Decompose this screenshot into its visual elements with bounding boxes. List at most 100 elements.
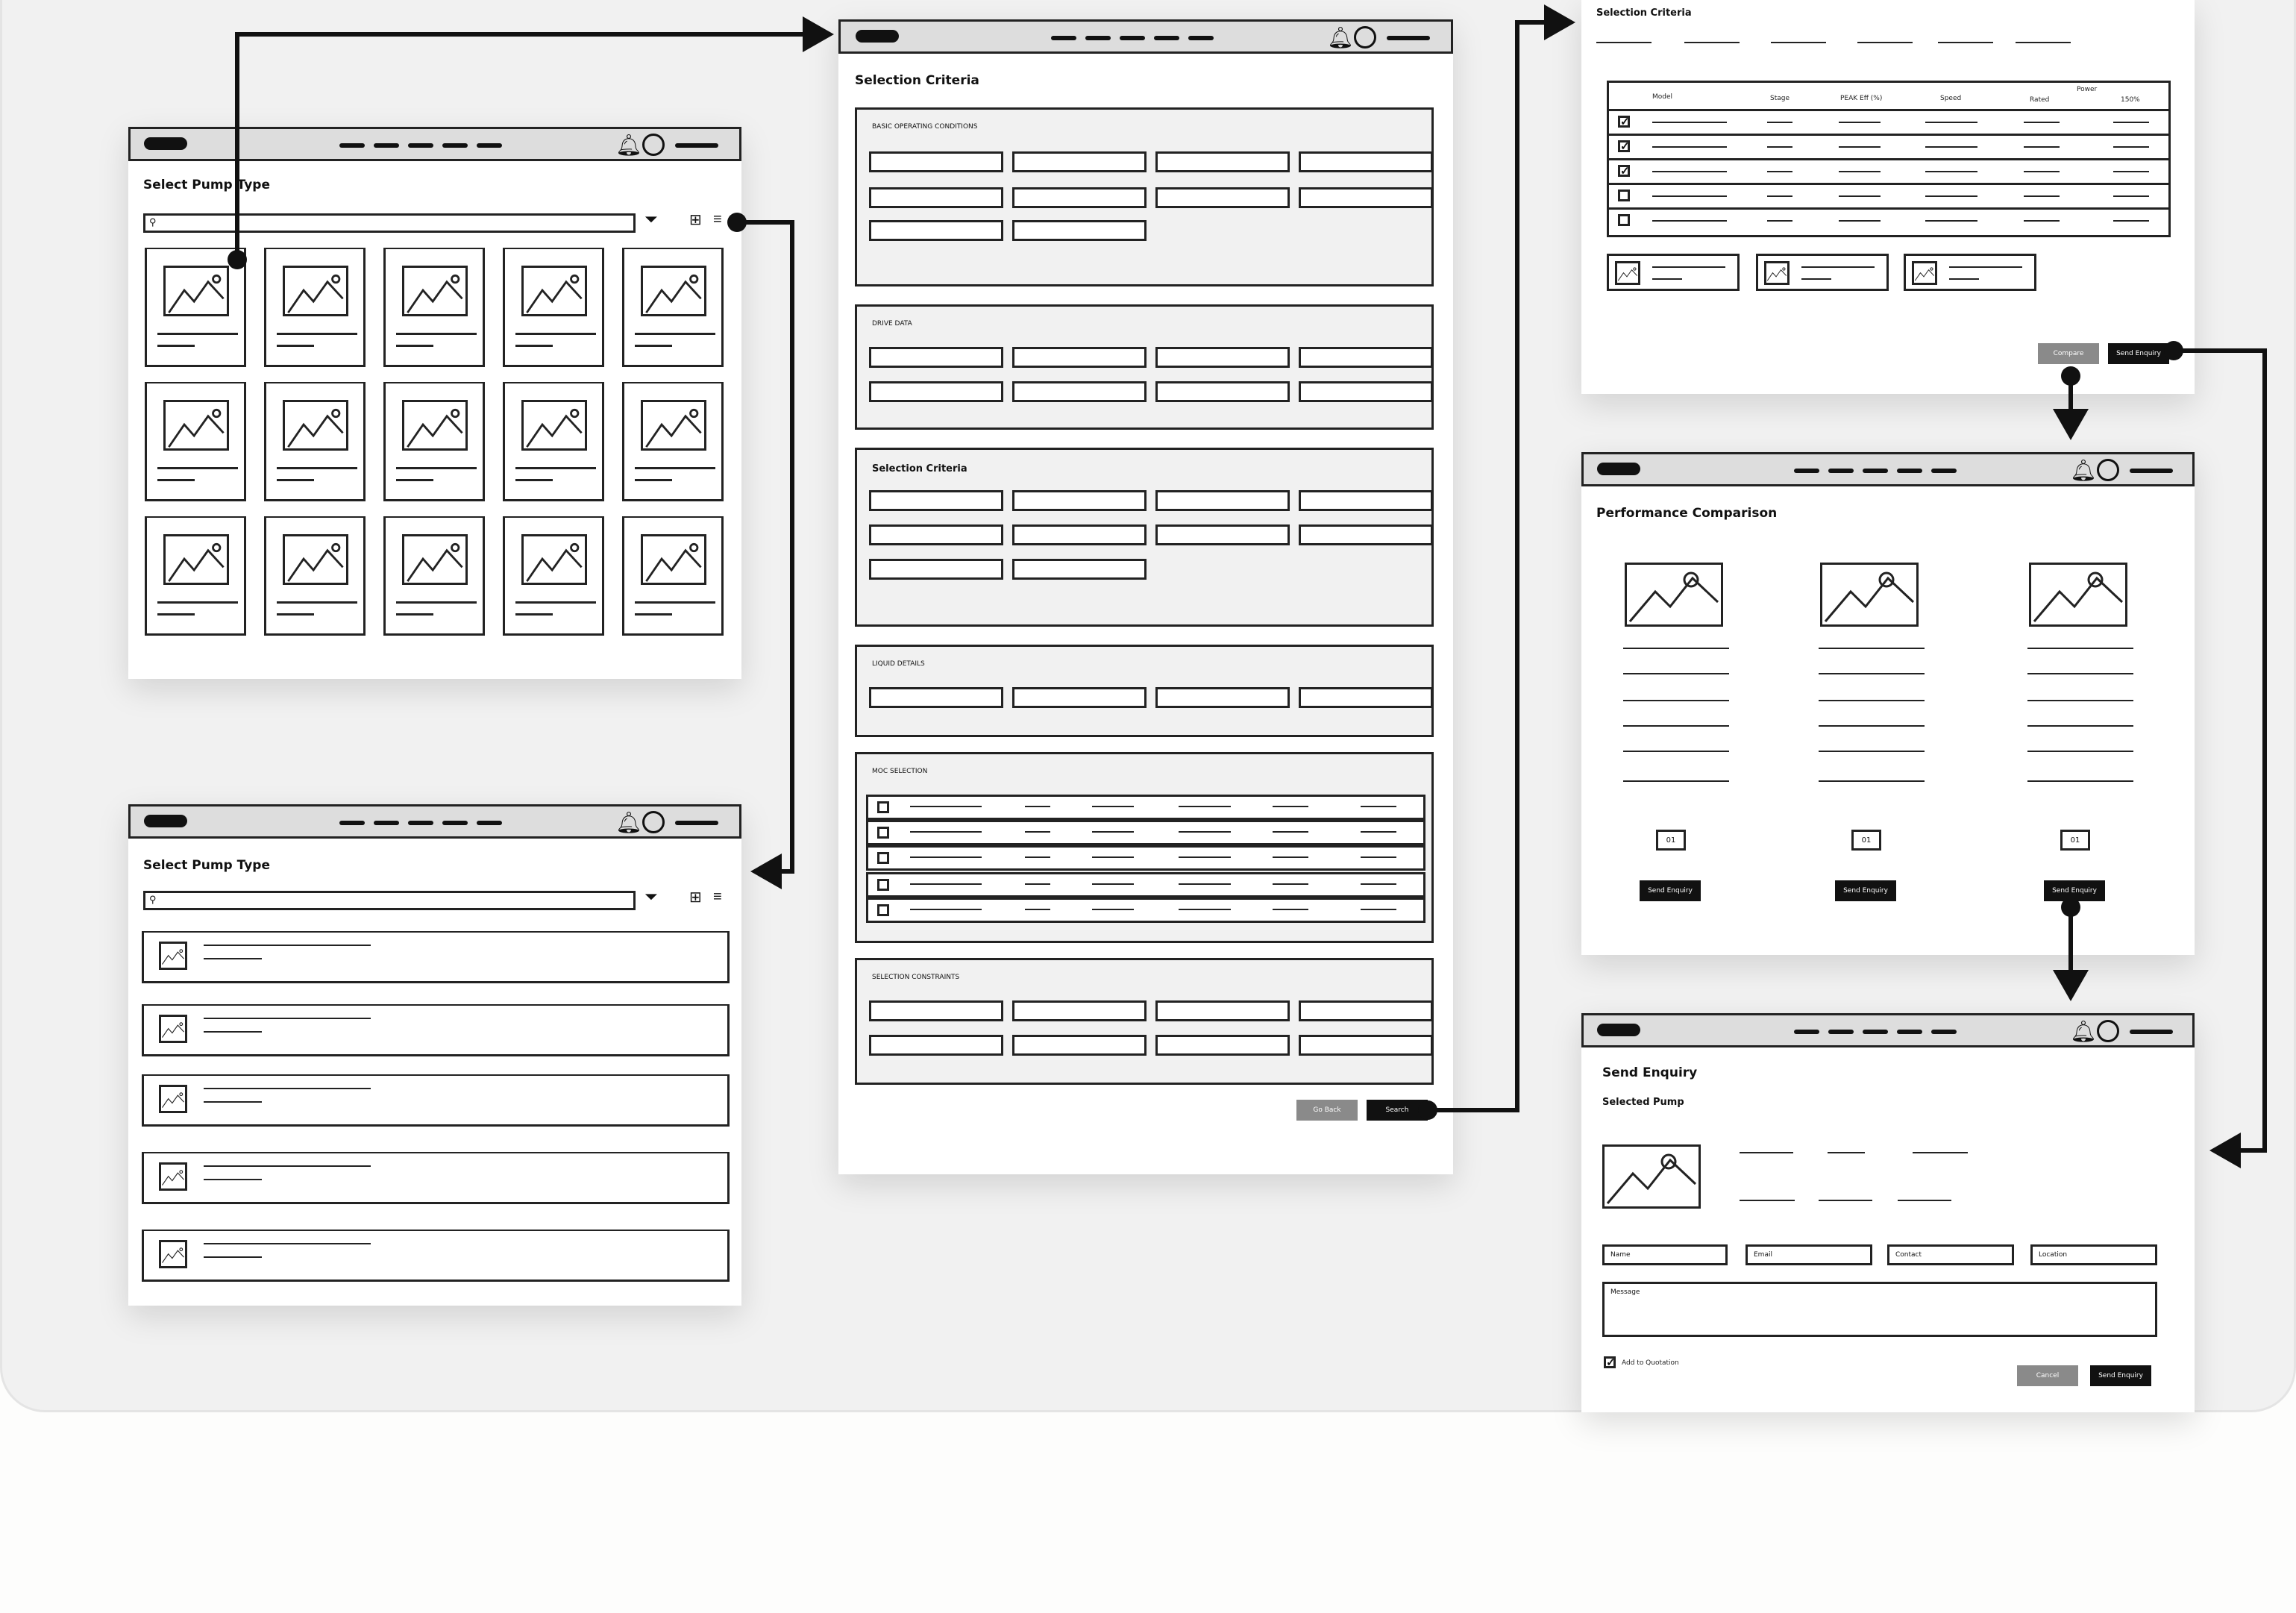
input-field[interactable] <box>869 524 1003 545</box>
email-field[interactable]: Email <box>1745 1244 1872 1265</box>
input-field[interactable] <box>1012 187 1147 208</box>
search-input[interactable] <box>143 213 636 233</box>
input-field[interactable] <box>869 347 1003 368</box>
nav-link[interactable] <box>339 821 365 825</box>
checkbox-icon[interactable] <box>877 852 889 864</box>
product-card[interactable] <box>383 382 485 501</box>
checkbox-icon[interactable]: ✓ <box>1618 140 1630 152</box>
product-card[interactable] <box>503 516 604 636</box>
bell-icon[interactable]: 🔔︎ <box>2070 460 2097 481</box>
nav-link[interactable] <box>477 821 502 825</box>
location-field[interactable]: Location <box>2030 1244 2157 1265</box>
input-field[interactable] <box>1155 151 1290 172</box>
selected-pump-chip[interactable] <box>1607 254 1740 291</box>
bell-icon[interactable]: 🔔︎ <box>615 812 642 833</box>
input-field[interactable] <box>1155 381 1290 402</box>
name-field[interactable]: Name <box>1602 1244 1728 1265</box>
nav-link[interactable] <box>442 821 468 825</box>
checkbox-icon[interactable]: ✓ <box>1618 116 1630 128</box>
input-field[interactable] <box>1012 381 1147 402</box>
user-icon[interactable] <box>2097 459 2119 481</box>
user-icon[interactable] <box>2097 1020 2119 1042</box>
list-view-icon[interactable]: ≡ <box>713 212 722 227</box>
input-field[interactable] <box>1155 524 1290 545</box>
quantity-stepper[interactable]: 01 <box>1656 830 1686 851</box>
list-view-icon[interactable]: ≡ <box>713 889 722 904</box>
checkbox-icon[interactable] <box>877 827 889 839</box>
input-field[interactable] <box>1299 381 1433 402</box>
input-field[interactable] <box>1155 347 1290 368</box>
product-card[interactable] <box>264 516 366 636</box>
input-field[interactable] <box>1299 687 1433 708</box>
nav-link[interactable] <box>1863 1030 1888 1034</box>
nav-link[interactable] <box>374 821 399 825</box>
input-field[interactable] <box>1012 490 1147 511</box>
nav-link[interactable] <box>1897 1030 1922 1034</box>
send-enquiry-button[interactable]: Send Enquiry <box>2108 343 2169 364</box>
product-card[interactable] <box>622 248 724 367</box>
input-field[interactable] <box>869 1035 1003 1056</box>
nav-link[interactable] <box>442 143 468 148</box>
list-item[interactable] <box>142 1152 730 1204</box>
input-field[interactable] <box>1299 524 1433 545</box>
input-field[interactable] <box>869 187 1003 208</box>
quantity-stepper[interactable]: 01 <box>1851 830 1881 851</box>
input-field[interactable] <box>869 687 1003 708</box>
product-card[interactable] <box>264 382 366 501</box>
selected-pump-chip[interactable] <box>1756 254 1889 291</box>
product-card[interactable] <box>145 248 246 367</box>
product-card[interactable] <box>503 248 604 367</box>
product-card[interactable] <box>383 248 485 367</box>
checkbox-icon[interactable] <box>877 801 889 813</box>
nav-link[interactable] <box>1828 469 1854 473</box>
input-field[interactable] <box>1012 151 1147 172</box>
bell-icon[interactable]: 🔔︎ <box>615 135 642 156</box>
input-field[interactable] <box>1299 1035 1433 1056</box>
input-field[interactable] <box>1155 1000 1290 1021</box>
nav-link[interactable] <box>477 143 502 148</box>
filter-icon[interactable]: ⏷ <box>644 889 658 905</box>
input-field[interactable] <box>1299 1000 1433 1021</box>
search-input[interactable] <box>143 891 636 910</box>
input-field[interactable] <box>869 151 1003 172</box>
send-enquiry-button[interactable]: Send Enquiry <box>1640 880 1701 901</box>
checkbox-icon[interactable] <box>877 904 889 916</box>
send-enquiry-button[interactable]: Send Enquiry <box>1835 880 1896 901</box>
send-enquiry-button[interactable]: Send Enquiry <box>2044 880 2105 901</box>
user-icon[interactable] <box>642 134 665 156</box>
nav-link[interactable] <box>408 821 433 825</box>
send-enquiry-button[interactable]: Send Enquiry <box>2090 1365 2151 1386</box>
checkbox-icon[interactable]: ✓ <box>1604 1356 1616 1368</box>
input-field[interactable] <box>869 490 1003 511</box>
nav-link[interactable] <box>1154 36 1179 40</box>
input-field[interactable] <box>869 1000 1003 1021</box>
input-field[interactable] <box>1012 1035 1147 1056</box>
nav-link[interactable] <box>1863 469 1888 473</box>
bell-icon[interactable]: 🔔︎ <box>1327 28 1354 48</box>
input-field[interactable] <box>869 559 1003 580</box>
grid-view-icon[interactable]: ⊞ <box>689 890 702 905</box>
user-icon[interactable] <box>642 811 665 833</box>
message-field[interactable]: Message <box>1602 1282 2157 1337</box>
checkbox-icon[interactable] <box>1618 190 1630 201</box>
nav-link[interactable] <box>1794 1030 1819 1034</box>
input-field[interactable] <box>1155 1035 1290 1056</box>
list-item[interactable] <box>142 1230 730 1282</box>
bell-icon[interactable]: 🔔︎ <box>2070 1021 2097 1042</box>
product-card[interactable] <box>145 382 246 501</box>
user-icon[interactable] <box>1354 26 1376 48</box>
selected-pump-chip[interactable] <box>1904 254 2036 291</box>
nav-link[interactable] <box>1085 36 1111 40</box>
list-item[interactable] <box>142 1004 730 1056</box>
grid-view-icon[interactable]: ⊞ <box>689 213 702 228</box>
nav-link[interactable] <box>1931 469 1957 473</box>
nav-link[interactable] <box>1120 36 1145 40</box>
checkbox-icon[interactable]: ✓ <box>1618 165 1630 177</box>
nav-link[interactable] <box>1188 36 1214 40</box>
input-field[interactable] <box>1155 687 1290 708</box>
input-field[interactable] <box>1299 347 1433 368</box>
list-item[interactable] <box>142 931 730 983</box>
input-field[interactable] <box>1012 347 1147 368</box>
product-card[interactable] <box>503 382 604 501</box>
input-field[interactable] <box>1012 559 1147 580</box>
